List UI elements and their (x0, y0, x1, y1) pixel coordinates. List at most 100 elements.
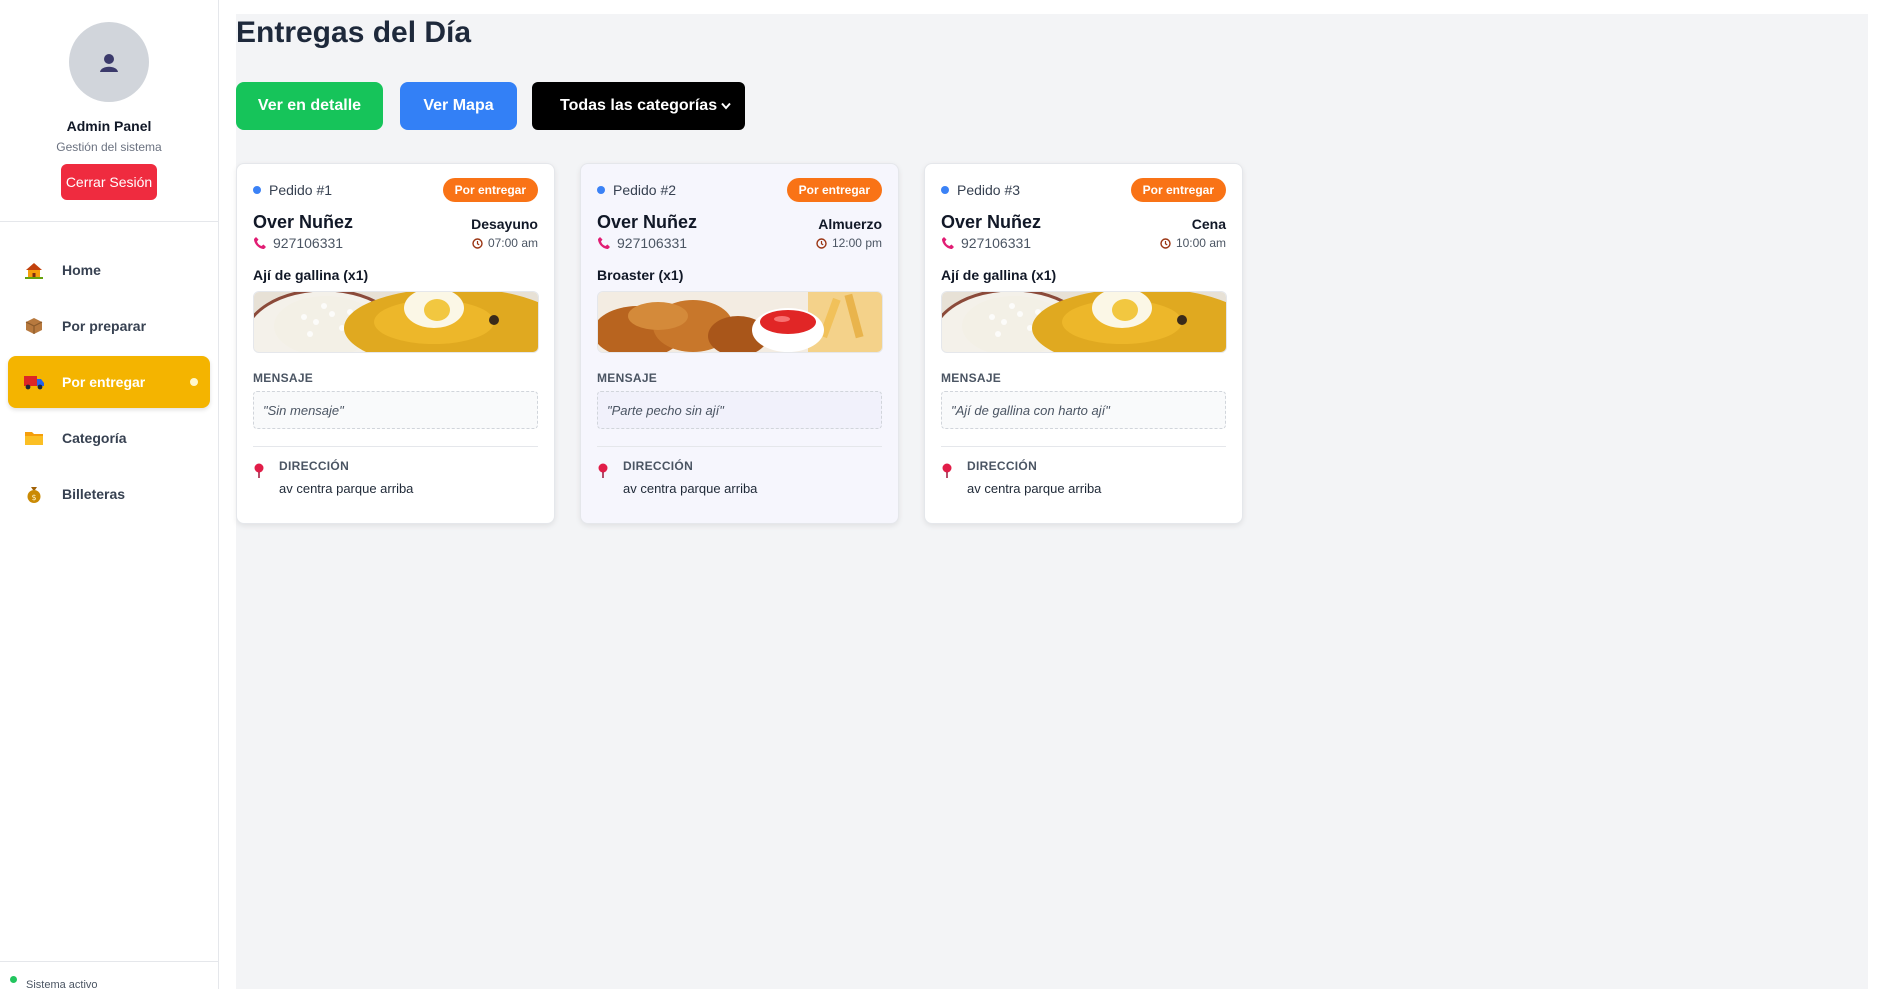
orders-list: Pedido #1 Por entregar Over Nuñez Desayu… (236, 163, 1268, 524)
toolbar: Ver en detalle Ver Mapa Todas las catego… (236, 82, 745, 130)
sidebar-item-por-preparar[interactable]: Por preparar (8, 300, 210, 352)
order-id: Pedido #2 (597, 182, 676, 198)
client-name: Over Nuñez (597, 212, 698, 232)
active-indicator-dot (190, 378, 198, 386)
avatar (69, 22, 149, 102)
client-name: Over Nuñez (941, 212, 1042, 232)
delivery-time: 12:00 pm (816, 236, 882, 250)
client-phone: 927106331 (941, 235, 1031, 251)
delivery-time: 07:00 am (472, 236, 538, 250)
admin-subtitle: Gestión del sistema (56, 140, 162, 154)
client-name: Over Nuñez (253, 212, 354, 232)
address-label: DIRECCIÓN (967, 459, 1038, 473)
order-id: Pedido #3 (941, 182, 1020, 198)
phone-number: 927106331 (961, 235, 1032, 251)
house-icon (22, 258, 46, 282)
time-text: 12:00 pm (831, 236, 882, 250)
phone-icon (598, 237, 610, 249)
clock-icon (1160, 237, 1171, 249)
divider (941, 446, 1226, 447)
logout-button[interactable]: Cerrar Sesión (61, 164, 157, 200)
sidebar-item-categoria[interactable]: Categoría (8, 412, 210, 464)
address-text: av centra parque arriba (967, 481, 1102, 496)
status-badge: Por entregar (1130, 178, 1226, 202)
meal-type: Desayuno (471, 216, 538, 232)
sidebar-item-label: Home (62, 262, 101, 278)
product-name: Ají de gallina (x1) (253, 267, 369, 283)
category-select-value: Todas las categorías (560, 97, 718, 114)
admin-name: Admin Panel (66, 118, 152, 134)
status-badge: Por entregar (786, 178, 882, 202)
address-label: DIRECCIÓN (623, 459, 694, 473)
aji-de-gallina-image (941, 291, 1227, 353)
client-phone: 927106331 (253, 235, 343, 251)
message-label: MENSAJE (253, 371, 314, 385)
message-box: "Sin mensaje" (253, 391, 538, 429)
sidebar-item-label: Por preparar (62, 318, 147, 334)
order-id-text: Pedido #1 (269, 182, 333, 198)
address-label: DIRECCIÓN (279, 459, 350, 473)
address-section: DIRECCIÓN av centra parque arriba (597, 459, 882, 496)
view-map-button[interactable]: Ver Mapa (400, 82, 517, 130)
order-card[interactable]: Pedido #2 Por entregar Over Nuñez Almuer… (580, 163, 899, 524)
sidebar-item-label: Billeteras (62, 486, 126, 502)
user-icon (100, 54, 118, 72)
order-id-text: Pedido #3 (957, 182, 1021, 198)
meal-type: Almuerzo (818, 216, 882, 232)
sidebar-item-billeteras[interactable]: $ Billeteras (8, 468, 210, 520)
order-dot (597, 186, 605, 194)
address-text: av centra parque arriba (279, 481, 414, 496)
phone-number: 927106331 (273, 235, 344, 251)
system-status-dot (10, 976, 17, 983)
phone-icon (942, 237, 954, 249)
map-pin-icon (942, 463, 952, 478)
address-section: DIRECCIÓN av centra parque arriba (253, 459, 538, 496)
sidebar: Admin Panel Gestión del sistema Cerrar S… (0, 0, 219, 989)
chevron-down-icon (721, 99, 731, 113)
divider (253, 446, 538, 447)
aji-de-gallina-image (253, 291, 539, 353)
product-name: Ají de gallina (x1) (941, 267, 1057, 283)
address-section: DIRECCIÓN av centra parque arriba (941, 459, 1226, 496)
svg-text:$: $ (31, 493, 36, 502)
page-title: Entregas del Día (236, 16, 472, 49)
delivery-truck-icon (22, 370, 46, 394)
profile-section: Admin Panel Gestión del sistema Cerrar S… (0, 0, 218, 222)
message-label: MENSAJE (941, 371, 1002, 385)
phone-icon (254, 237, 266, 249)
phone-number: 927106331 (617, 235, 688, 251)
meal-type: Cena (1191, 216, 1226, 232)
sidebar-item-label: Categoría (62, 430, 127, 446)
time-text: 07:00 am (487, 236, 538, 250)
order-id: Pedido #1 (253, 182, 332, 198)
view-detail-button[interactable]: Ver en detalle (236, 82, 383, 130)
clock-icon (816, 237, 827, 249)
divider (597, 446, 882, 447)
order-card[interactable]: Pedido #3 Por entregar Over Nuñez Cena 9… (924, 163, 1243, 524)
client-phone: 927106331 (597, 235, 687, 251)
folder-icon (22, 426, 46, 450)
clock-icon (472, 237, 483, 249)
category-select[interactable]: Todas las categorías (532, 82, 745, 130)
product-name: Broaster (x1) (597, 267, 684, 283)
time-text: 10:00 am (1175, 236, 1226, 250)
sidebar-item-home[interactable]: Home (8, 244, 210, 296)
main-content: Entregas del Día Ver en detalle Ver Mapa… (236, 14, 1868, 989)
sidebar-footer: Sistema activo (0, 961, 219, 989)
delivery-time: 10:00 am (1160, 236, 1226, 250)
sidebar-item-por-entregar[interactable]: Por entregar (8, 356, 210, 408)
sidebar-item-label: Por entregar (62, 374, 146, 390)
order-dot (253, 186, 261, 194)
money-bag-icon: $ (22, 482, 46, 506)
message-box: "Ají de gallina con harto ají" (941, 391, 1226, 429)
map-pin-icon (254, 463, 264, 478)
sidebar-nav: Home Por preparar Por entregar Categoría… (0, 222, 218, 520)
order-card[interactable]: Pedido #1 Por entregar Over Nuñez Desayu… (236, 163, 555, 524)
message-label: MENSAJE (597, 371, 658, 385)
broaster-image (597, 291, 883, 353)
address-text: av centra parque arriba (623, 481, 758, 496)
map-pin-icon (598, 463, 608, 478)
package-icon (22, 314, 46, 338)
message-box: "Parte pecho sin ají" (597, 391, 882, 429)
order-dot (941, 186, 949, 194)
